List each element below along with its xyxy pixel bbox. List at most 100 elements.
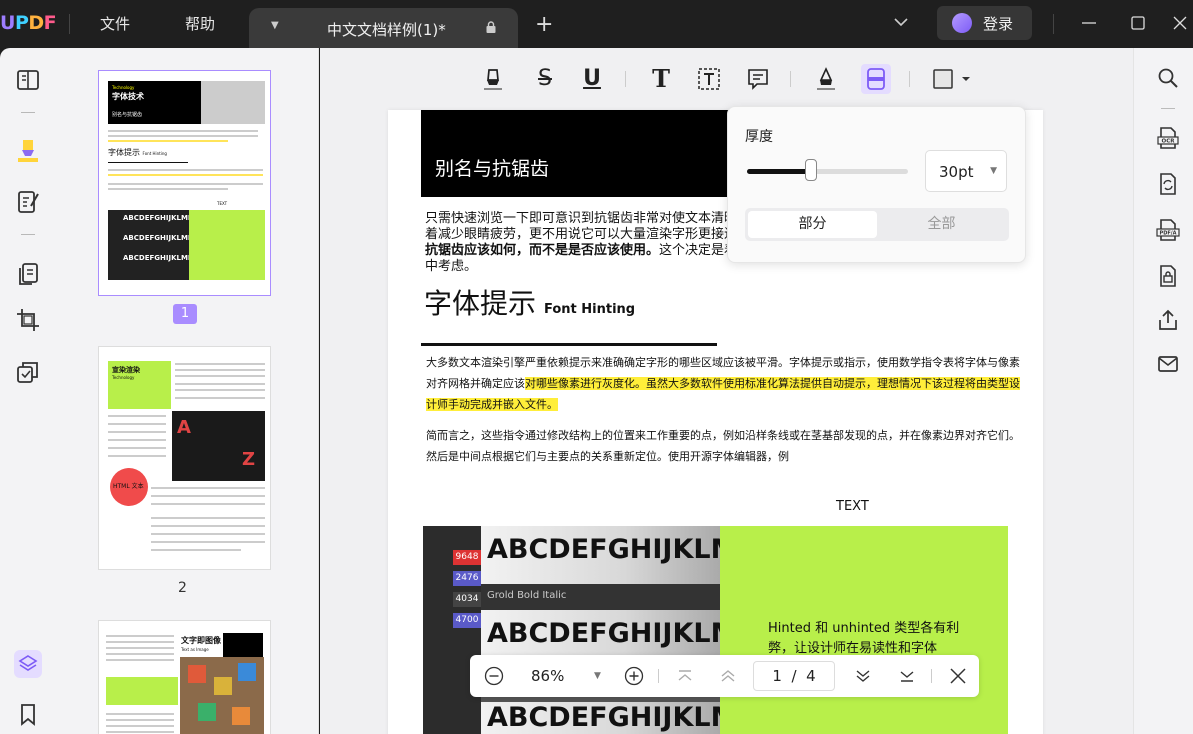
thickness-slider[interactable]: [747, 169, 908, 174]
thumb-photo: ABCDEFGHIJKLMNO ABCDEFGHIJKLMNO ABCDEFGH…: [108, 210, 200, 280]
close-window-button[interactable]: [1166, 10, 1193, 36]
first-page-icon[interactable]: [675, 666, 695, 686]
text-box-icon[interactable]: [696, 66, 722, 92]
thickness-title: 厚度: [745, 129, 773, 145]
zoom-in-icon[interactable]: [624, 666, 644, 686]
previous-page-icon[interactable]: [718, 666, 738, 686]
pencil-icon[interactable]: [813, 66, 839, 92]
thickness-slider-fill: [747, 169, 812, 174]
eraser-icon[interactable]: [861, 64, 891, 94]
thumb-photo: [180, 657, 264, 734]
thumb-text: [106, 647, 174, 649]
callout-text: Hinted 和 unhinted 类型各有利弊，让设计师在易读性和字体: [768, 621, 960, 656]
nav-separator: [658, 669, 659, 683]
thumb-text: [108, 183, 263, 185]
minimize-button[interactable]: [1075, 10, 1103, 36]
svg-text:OCR: OCR: [1162, 139, 1176, 145]
reader-icon[interactable]: [14, 66, 42, 94]
login-button[interactable]: 登录: [937, 6, 1032, 40]
erase-partial-option[interactable]: 部分: [748, 211, 877, 238]
email-icon[interactable]: [1156, 352, 1180, 376]
new-tab-button[interactable]: +: [535, 12, 553, 37]
maximize-button[interactable]: [1124, 10, 1152, 36]
thumb-text: [106, 653, 174, 655]
toolbar-separator: [790, 71, 791, 87]
thumb-rule: [108, 162, 188, 163]
close-icon[interactable]: [948, 666, 968, 686]
next-page-icon[interactable]: [853, 666, 873, 686]
search-icon[interactable]: [1156, 66, 1180, 90]
thumb-text: [151, 533, 265, 535]
document-tab[interactable]: ▼ 中文文档样例(1)*: [249, 8, 518, 48]
pdfa-icon[interactable]: PDF/A: [1156, 218, 1180, 242]
shape-icon[interactable]: [932, 66, 972, 92]
thumb-text: [108, 439, 166, 441]
thumb-text: [108, 423, 166, 425]
menu-help[interactable]: 帮助: [185, 13, 215, 34]
avatar: [952, 13, 972, 33]
thumb-text: [108, 455, 166, 457]
page-number-1[interactable]: 1: [173, 304, 197, 324]
edit-pdf-icon[interactable]: [14, 188, 42, 216]
thumbnail-page-2[interactable]: 宣染渲染 Technology A Z HTML 文本: [98, 346, 271, 570]
crop-icon[interactable]: [14, 306, 42, 334]
convert-icon[interactable]: [1156, 172, 1180, 196]
thumb-highlight: [108, 174, 263, 176]
zoom-dropdown-icon[interactable]: ▼: [594, 671, 601, 681]
login-label: 登录: [983, 15, 1014, 33]
thickness-slider-handle[interactable]: [805, 159, 818, 181]
bookmark-icon[interactable]: [14, 700, 42, 728]
thumb-text: [151, 487, 265, 489]
thickness-size-value: 30pt: [939, 163, 974, 181]
thumb-text: [106, 713, 174, 715]
organize-pages-icon[interactable]: [14, 260, 42, 288]
menu-file[interactable]: 文件: [100, 13, 130, 34]
chevron-down-icon[interactable]: [893, 14, 909, 30]
thumb-text: [175, 375, 265, 377]
strikethrough-icon[interactable]: S: [532, 66, 558, 92]
comment-highlighter-icon[interactable]: [14, 136, 42, 164]
app-logo[interactable]: UPDF: [0, 12, 57, 34]
ocr-icon[interactable]: OCR: [1156, 126, 1180, 150]
share-icon[interactable]: [1156, 308, 1180, 332]
section-title: 别名与抗锯齿: [435, 158, 550, 180]
highlight-icon[interactable]: [480, 66, 506, 92]
thumb-text: [175, 389, 265, 391]
annotation-toolbar: S U T: [320, 48, 1133, 110]
protect-icon[interactable]: [1156, 264, 1180, 288]
thickness-size-select[interactable]: 30pt ▼: [925, 150, 1007, 192]
comment-icon[interactable]: [745, 66, 771, 92]
zoom-value[interactable]: 86%: [531, 667, 564, 685]
layers-icon[interactable]: [14, 650, 42, 678]
thumbnail-page-1[interactable]: Technology 字体技术 别名与抗锯齿 字体提示 Font Hinting…: [98, 70, 271, 296]
thumb-text: [108, 135, 258, 137]
text-icon[interactable]: T: [648, 66, 674, 92]
thumb-photo: A Z: [172, 411, 265, 481]
thumb-tag: Technology: [112, 85, 135, 90]
tool-separator: [21, 112, 35, 113]
thumbnail-page-3[interactable]: 文字即图像 Text as Image: [98, 620, 271, 734]
zoom-out-icon[interactable]: [484, 666, 504, 686]
thickness-popup: 厚度 30pt ▼ 部分 全部: [727, 106, 1026, 263]
title-separator: [69, 14, 70, 34]
last-page-icon[interactable]: [897, 666, 917, 686]
thumb-text: [151, 503, 265, 505]
thumb-text: [106, 659, 174, 661]
page-number-input[interactable]: 1 / 4: [753, 661, 835, 691]
page-number-2[interactable]: 2: [178, 580, 187, 596]
document-area: S U T 别名与抗锯齿 只需快速浏览一下即可意识到抗锯齿非常对使文本清晰 着减…: [320, 48, 1133, 734]
erase-all-option[interactable]: 全部: [877, 211, 1006, 238]
page-tools-icon[interactable]: [14, 358, 42, 386]
thumb-text: [106, 719, 174, 721]
thumb-text: [106, 641, 174, 643]
paragraph-1: 只需快速浏览一下即可意识到抗锯齿非常对使文本清晰 着减少眼睛疲劳，更不用说它可以…: [425, 211, 738, 274]
thumb-text: [175, 397, 265, 399]
underline-icon[interactable]: U: [579, 66, 605, 92]
thumb-text: [175, 369, 265, 371]
tab-dropdown-icon[interactable]: ▼: [271, 20, 279, 31]
thumb-circle: HTML 文本: [110, 468, 148, 506]
thumb-text: [108, 188, 228, 190]
thumb-green-box: 宣染渲染 Technology: [108, 361, 171, 409]
thumb-text: [175, 383, 265, 385]
thumb-black-box: [223, 633, 263, 657]
